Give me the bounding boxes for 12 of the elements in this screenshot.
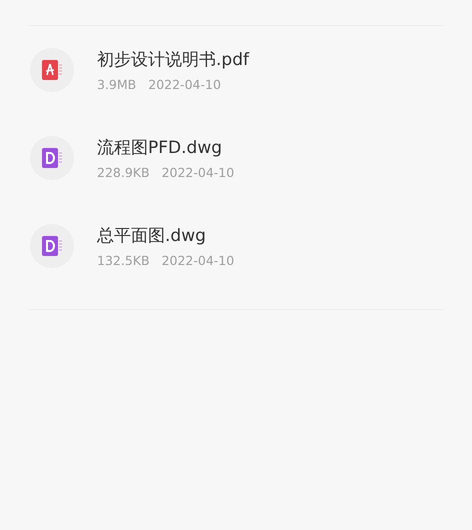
file-type-icon [30, 48, 74, 92]
file-date: 2022-04-10 [148, 77, 221, 92]
file-size: 132.5KB [97, 253, 150, 268]
file-date: 2022-04-10 [162, 165, 234, 180]
file-size: 228.9KB [97, 165, 150, 180]
file-size: 3.9MB [97, 77, 136, 92]
file-name[interactable]: 总平面图.dwg [97, 224, 234, 247]
file-date: 2022-04-10 [162, 253, 234, 268]
file-type-icon [30, 224, 74, 268]
file-type-icon [30, 136, 74, 180]
file-name[interactable]: 流程图PFD.dwg [97, 136, 234, 159]
file-name[interactable]: 初步设计说明书.pdf [97, 48, 249, 71]
